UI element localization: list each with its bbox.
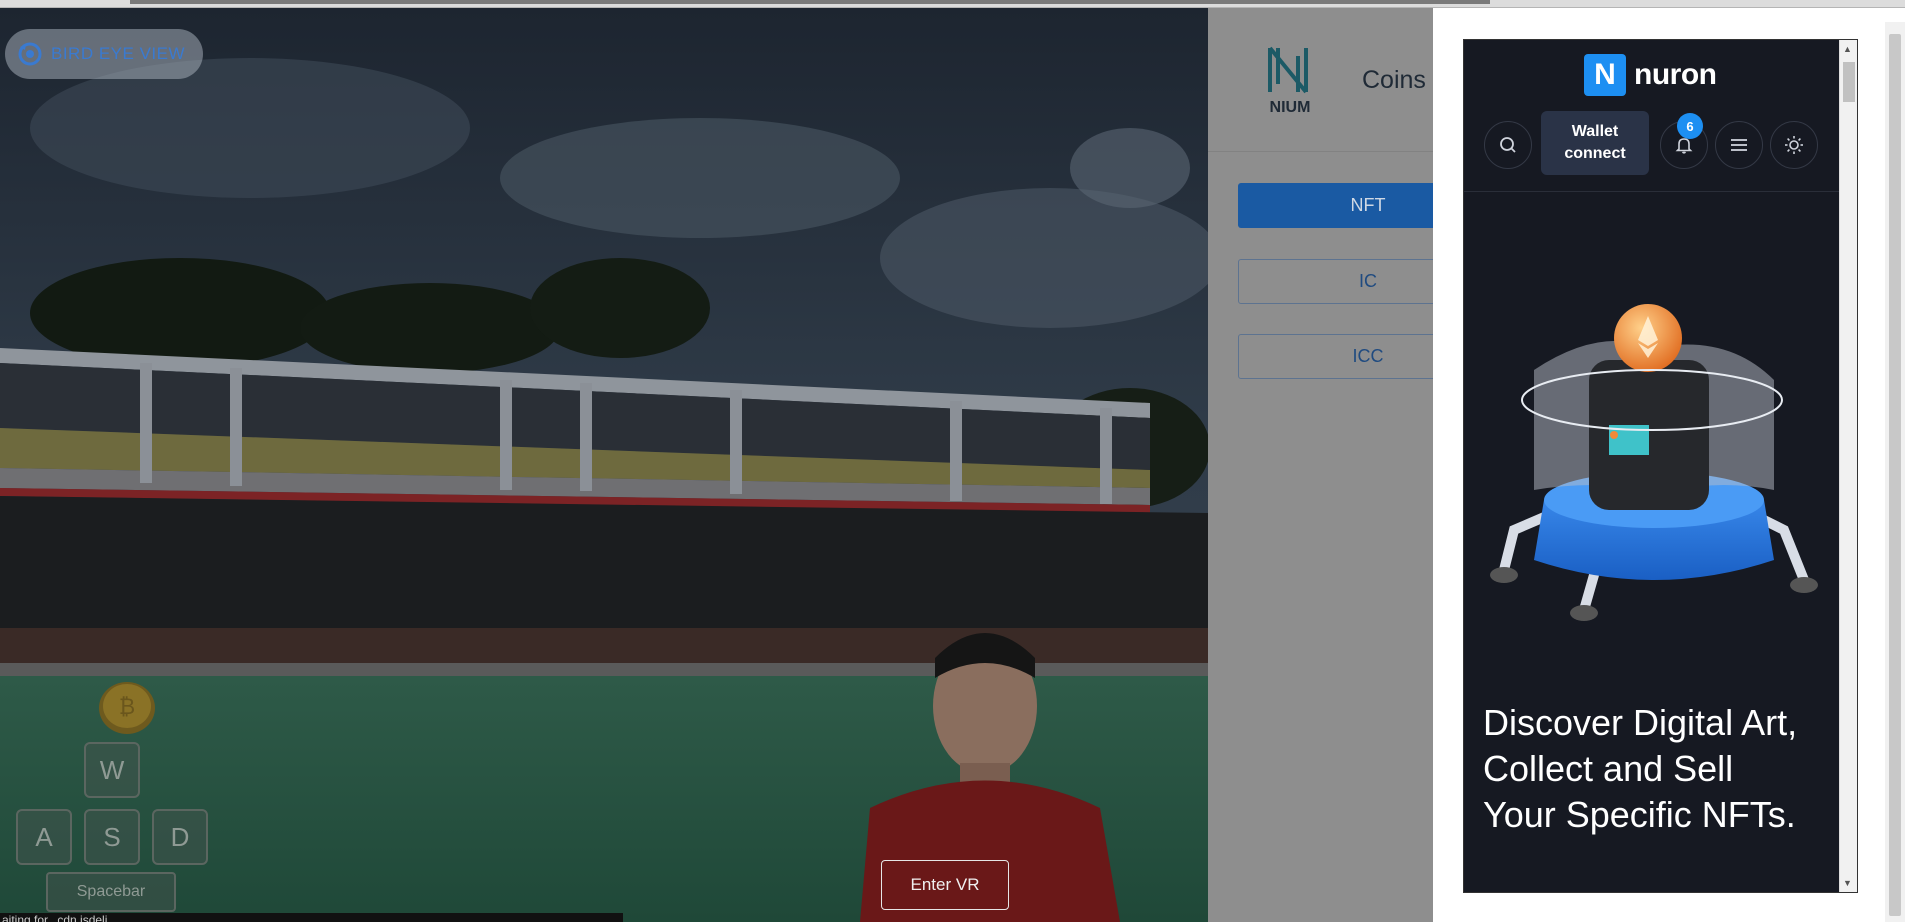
site-header: NIUM Coins bbox=[1208, 8, 1433, 152]
vr-scene[interactable]: BIRD EYE VIEW ₿ W A S D Spacebar Enter V… bbox=[0, 8, 1208, 922]
hero-headline: Discover Digital Art, Collect and Sell Y… bbox=[1483, 700, 1833, 838]
nuron-logo[interactable]: N nuron bbox=[1584, 54, 1717, 96]
nuron-logo-name: nuron bbox=[1634, 58, 1717, 91]
key-d[interactable]: D bbox=[152, 809, 208, 865]
bird-eye-view-button[interactable]: BIRD EYE VIEW bbox=[5, 29, 204, 79]
nuron-logo-mark: N bbox=[1584, 54, 1626, 96]
hero-headline-line-2: Collect and Sell bbox=[1483, 748, 1734, 789]
key-w[interactable]: W bbox=[84, 742, 140, 798]
hero-headline-line-1: Discover Digital Art, bbox=[1483, 702, 1798, 743]
scroll-up-arrow-icon[interactable]: ▲ bbox=[1843, 44, 1852, 54]
popup-scrollbar[interactable]: ▲ ▼ bbox=[1839, 40, 1857, 892]
ic-button-1[interactable]: IC bbox=[1238, 259, 1433, 304]
menu-button[interactable] bbox=[1715, 121, 1763, 169]
nuron-header: N nuron Wallet connect 6 bbox=[1464, 40, 1840, 192]
search-button[interactable] bbox=[1484, 121, 1532, 169]
nuron-iframe: N nuron Wallet connect 6 Discover Digita… bbox=[1463, 39, 1858, 893]
stadium-scene-backdrop bbox=[0, 8, 1208, 922]
key-s[interactable]: S bbox=[84, 809, 140, 865]
hero-headline-line-3: Your Specific NFTs. bbox=[1483, 794, 1796, 835]
popup-window: N nuron Wallet connect 6 Discover Digita… bbox=[1433, 8, 1883, 922]
svg-text:₿: ₿ bbox=[119, 695, 135, 720]
popup-scrollbar-thumb[interactable] bbox=[1843, 62, 1855, 102]
ic-button-2[interactable]: ICC bbox=[1238, 334, 1433, 379]
nium-logo-text: NIUM bbox=[1270, 99, 1311, 116]
menu-icon bbox=[1731, 139, 1747, 151]
browser-tab-bar bbox=[130, 0, 1490, 4]
notification-count-badge: 6 bbox=[1677, 113, 1703, 139]
browser-status-bar: aiting for...cdn.jsdeli... bbox=[0, 913, 623, 922]
scroll-down-arrow-icon[interactable]: ▼ bbox=[1843, 878, 1852, 888]
browser-top-strip bbox=[0, 0, 1905, 8]
key-spacebar[interactable]: Spacebar bbox=[46, 872, 176, 912]
page-scrollbar[interactable] bbox=[1885, 22, 1905, 922]
search-icon bbox=[1500, 137, 1516, 153]
nav-coins-link[interactable]: Coins bbox=[1362, 66, 1426, 95]
hero-illustration bbox=[1490, 304, 1818, 621]
coin-icon[interactable]: ₿ bbox=[96, 678, 158, 736]
key-a[interactable]: A bbox=[16, 809, 72, 865]
nuron-app: N nuron Wallet connect 6 Discover Digita… bbox=[1464, 40, 1840, 892]
theme-toggle-button[interactable] bbox=[1770, 121, 1818, 169]
bird-eye-icon bbox=[18, 42, 42, 66]
enter-vr-button[interactable]: Enter VR bbox=[881, 860, 1009, 910]
bird-eye-view-label: BIRD EYE VIEW bbox=[51, 44, 186, 63]
nium-logo[interactable]: NIUM bbox=[1264, 44, 1320, 116]
page-scrollbar-thumb[interactable] bbox=[1889, 34, 1901, 916]
wallet-connect-button[interactable]: Wallet connect bbox=[1541, 111, 1649, 175]
nft-button[interactable]: NFT bbox=[1238, 183, 1433, 228]
sun-icon bbox=[1785, 136, 1803, 154]
site-panel: NIUM Coins NFT IC ICC bbox=[1208, 8, 1433, 922]
